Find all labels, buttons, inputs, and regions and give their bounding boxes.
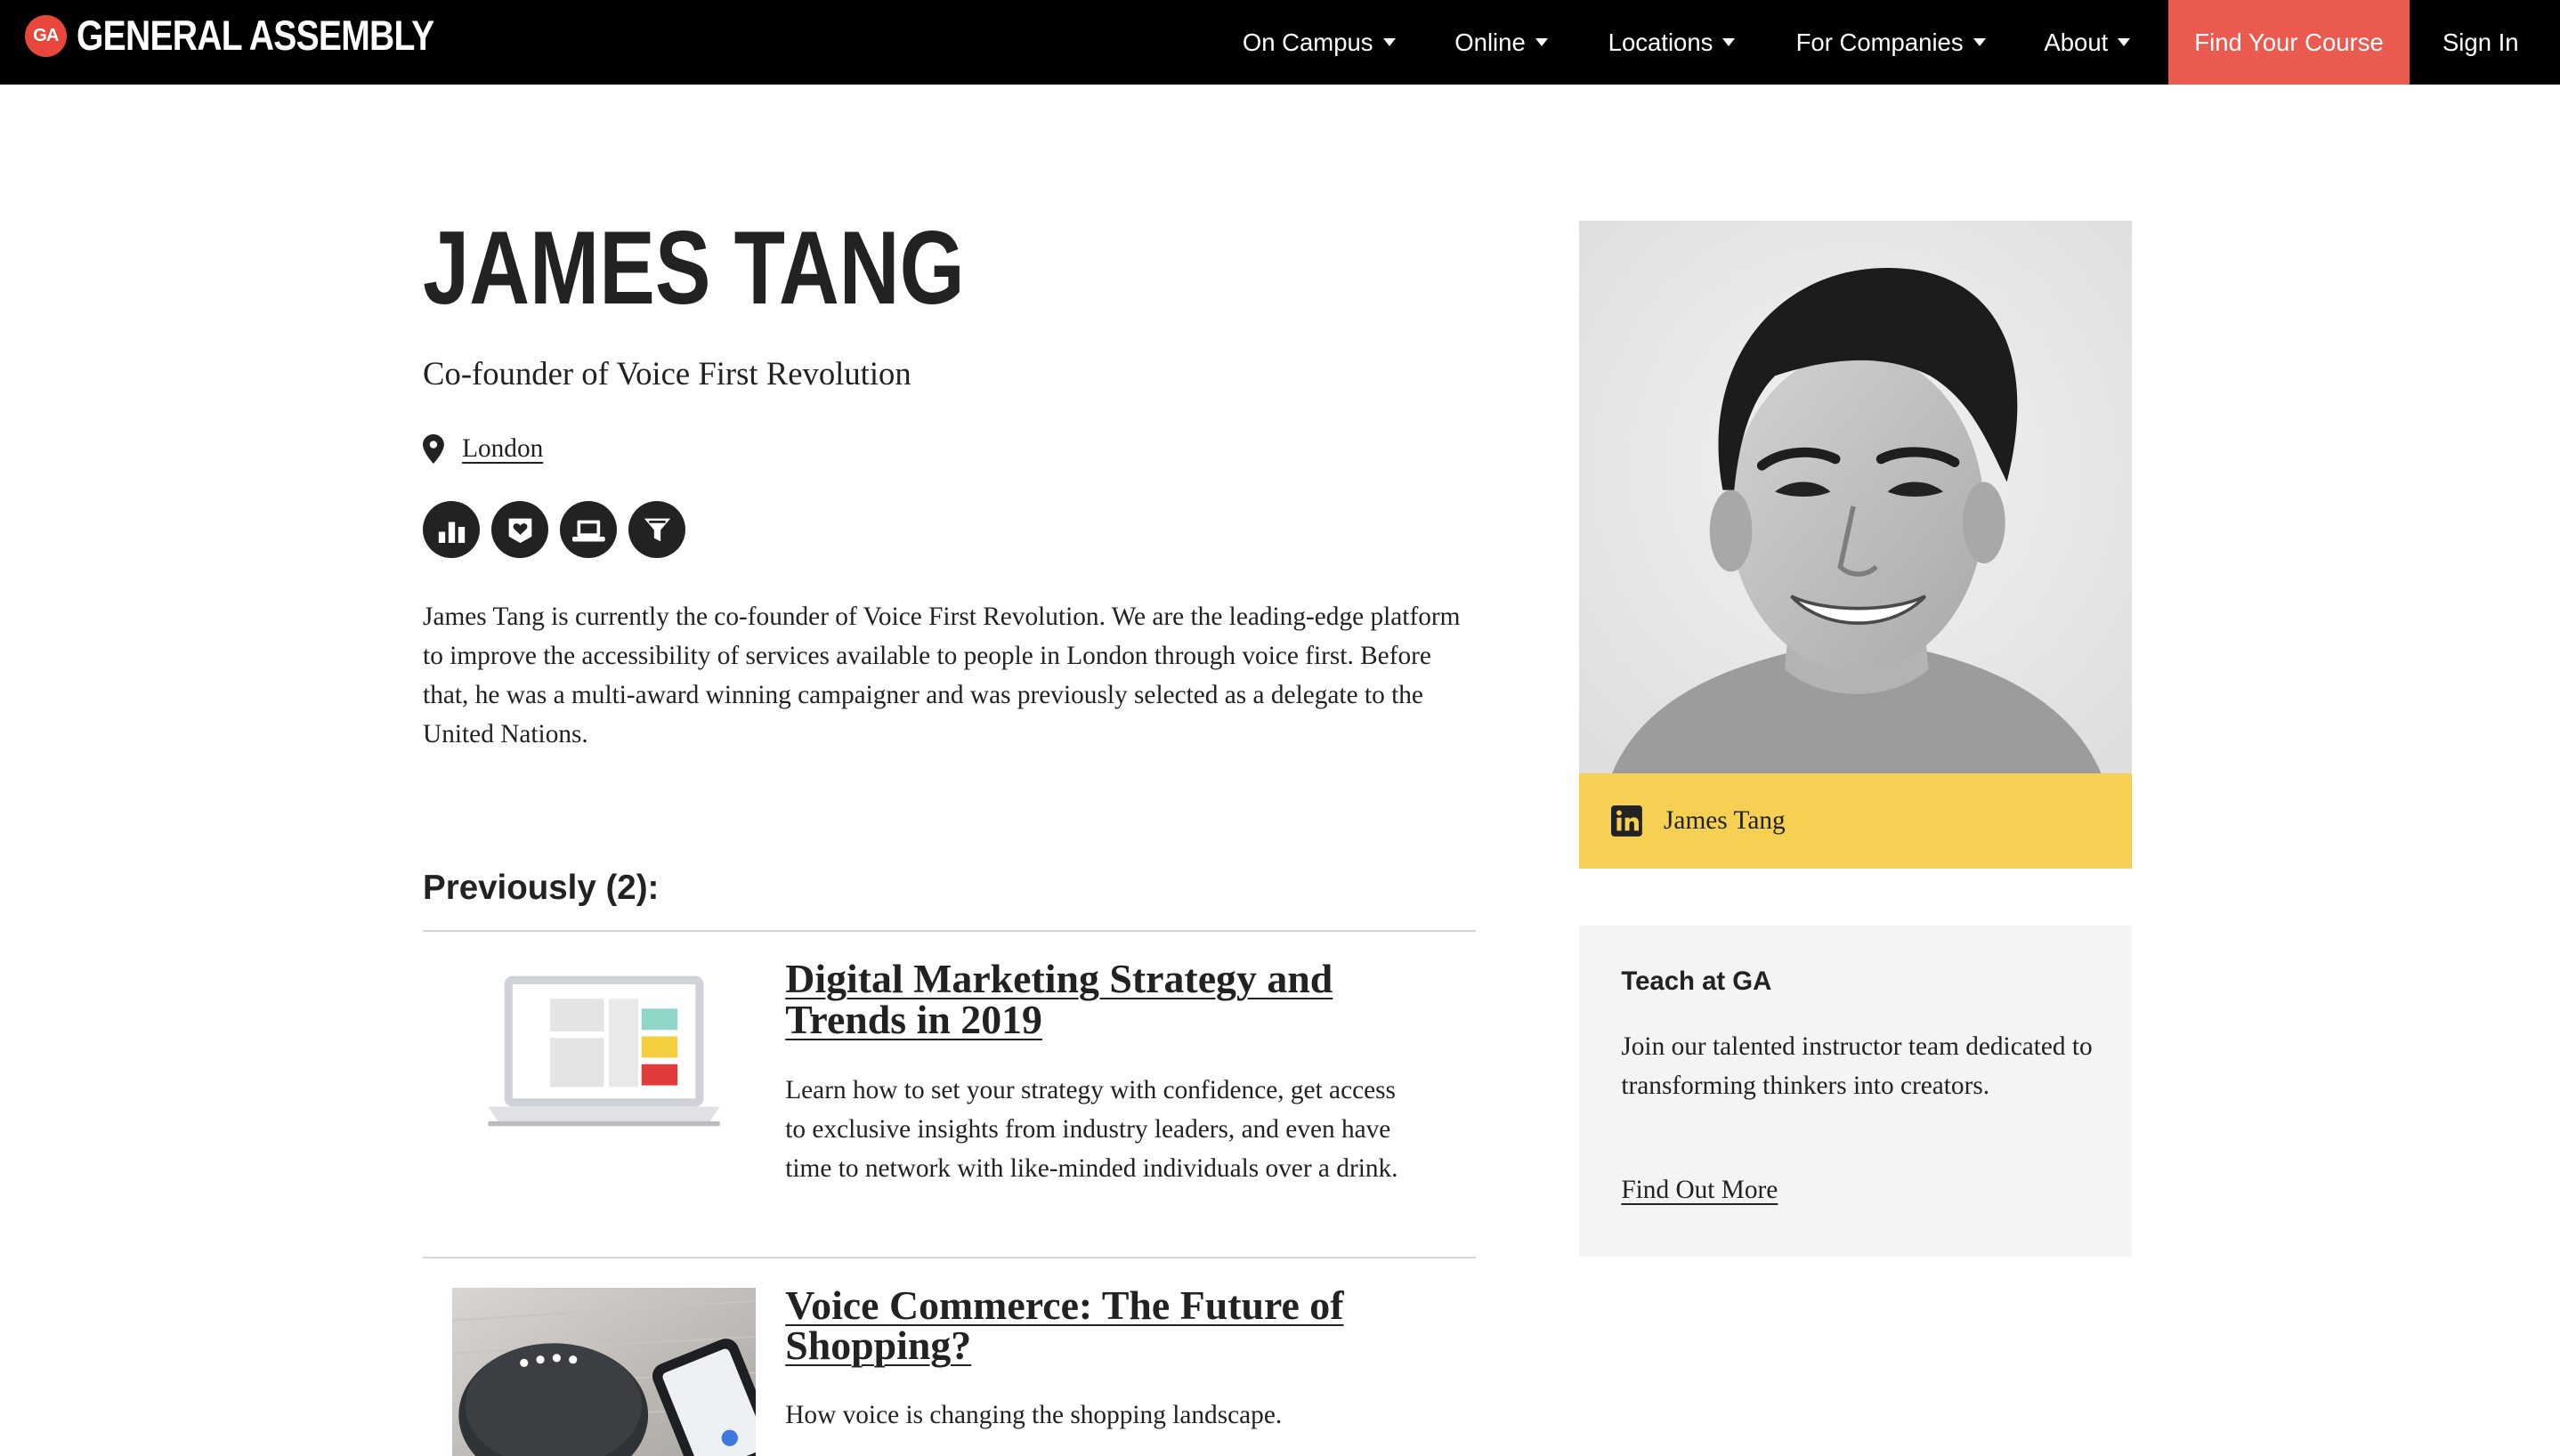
chevron-down-icon <box>1535 38 1548 47</box>
instructor-name: JAMES TANG <box>423 208 965 326</box>
event-title-link[interactable]: Voice Commerce: The Future of Shopping? <box>785 1282 1438 1369</box>
previously-heading: Previously (2): <box>423 868 660 907</box>
logo-wordmark: GENERAL ASSEMBLY <box>77 12 434 60</box>
divider <box>423 930 1477 933</box>
event-title-text: Voice Commerce: The Future of Shopping? <box>785 1282 1344 1369</box>
map-pin-icon <box>423 433 444 464</box>
teach-at-ga-card: Teach at GA Join our talented instructor… <box>1578 925 2133 1258</box>
teach-body: Join our talented instructor team dedica… <box>1621 1031 2093 1100</box>
instructor-headline: Co-founder of Voice First Revolution <box>423 355 911 392</box>
nav-on-campus-label: On Campus <box>1242 28 1373 56</box>
topic-icon-row <box>423 501 686 559</box>
laptop-illustration[interactable] <box>452 963 757 1133</box>
nav-online[interactable]: Online <box>1454 0 1548 85</box>
teach-title: Teach at GA <box>1621 966 1772 996</box>
nav-online-label: Online <box>1454 28 1526 56</box>
location-link[interactable]: London <box>462 434 543 464</box>
smart-speaker-photo[interactable] <box>452 1288 757 1456</box>
linkedin-icon <box>1611 805 1643 837</box>
chevron-down-icon <box>1382 38 1396 47</box>
instructor-bio: James Tang is currently the co-founder o… <box>423 603 1461 749</box>
bar-chart-icon[interactable] <box>423 501 481 559</box>
find-your-course-button[interactable]: Find Your Course <box>2167 0 2410 85</box>
nav-for-companies-label: For Companies <box>1795 28 1964 56</box>
nav-about-label: About <box>2044 28 2109 56</box>
event-description: Learn how to set your strategy with conf… <box>785 1076 1398 1184</box>
chevron-down-icon <box>1722 38 1736 47</box>
instructor-profile-page: GA GENERAL ASSEMBLY On Campus Online Loc… <box>0 0 2560 1456</box>
laptop-icon[interactable] <box>560 501 618 559</box>
instructor-photo <box>1578 220 2133 774</box>
chevron-down-icon <box>2118 38 2131 47</box>
instructor-location: London <box>423 433 543 464</box>
event-title-text: Digital Marketing Strategy and Trends in… <box>785 955 1333 1042</box>
linkedin-profile-link[interactable]: James Tang <box>1578 773 2133 869</box>
nav-about[interactable]: About <box>2044 0 2131 85</box>
event-description: How voice is changing the shopping lands… <box>785 1401 1283 1430</box>
linkedin-name: James Tang <box>1664 806 1786 836</box>
divider <box>423 1257 1477 1259</box>
funnel-icon[interactable] <box>628 501 686 559</box>
find-out-more-link[interactable]: Find Out More <box>1621 1176 1778 1205</box>
top-nav: GA GENERAL ASSEMBLY On Campus Online Loc… <box>0 0 2560 85</box>
nav-locations[interactable]: Locations <box>1608 0 1736 85</box>
chevron-down-icon <box>1973 38 1986 47</box>
nav-for-companies[interactable]: For Companies <box>1796 0 1986 85</box>
sign-in-link[interactable]: Sign In <box>2443 0 2519 85</box>
ga-badge-icon: GA <box>24 14 68 58</box>
nav-on-campus[interactable]: On Campus <box>1243 0 1396 85</box>
nav-locations-label: Locations <box>1608 28 1713 56</box>
heart-badge-icon[interactable] <box>491 501 549 559</box>
ga-logo[interactable]: GA GENERAL ASSEMBLY <box>24 12 513 60</box>
event-title-link[interactable]: Digital Marketing Strategy and Trends in… <box>785 955 1438 1042</box>
